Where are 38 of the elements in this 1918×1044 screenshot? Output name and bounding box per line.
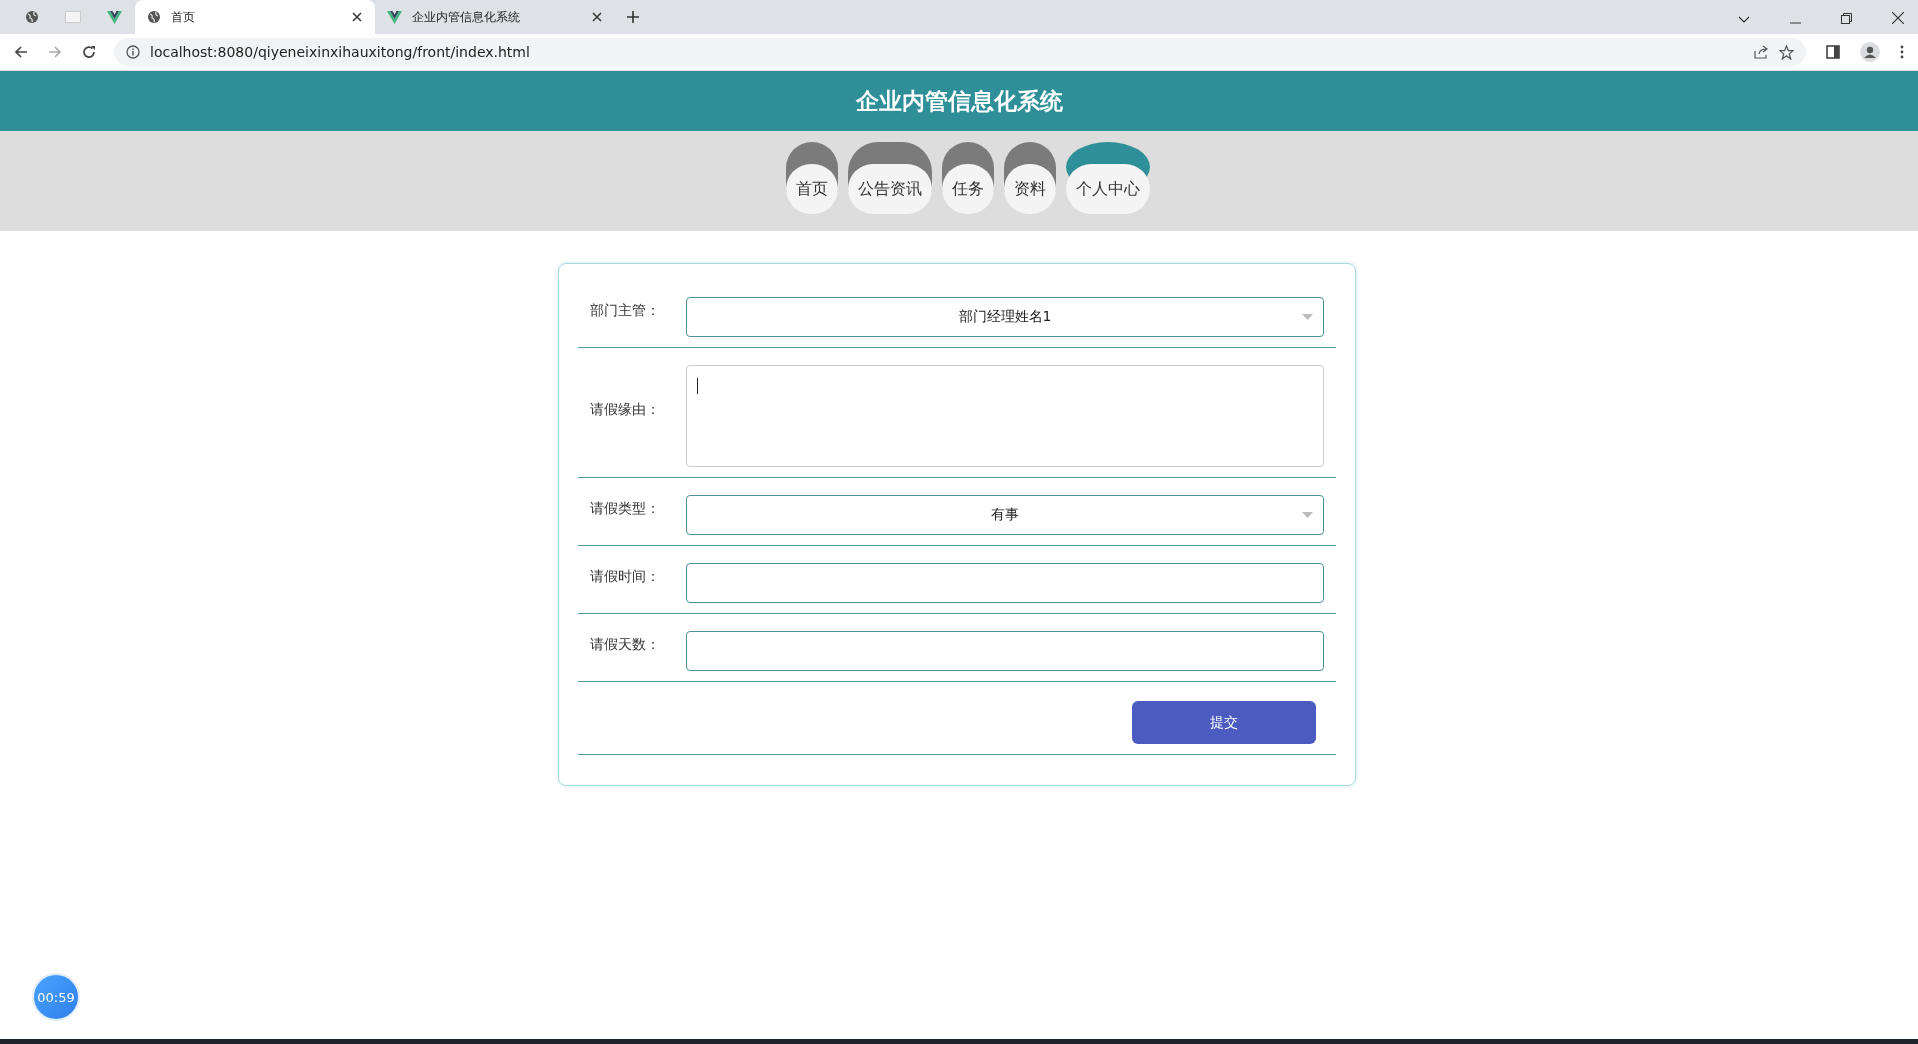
- page-icon: [65, 11, 81, 23]
- close-icon[interactable]: [352, 12, 362, 22]
- reload-icon[interactable]: [82, 45, 96, 59]
- timer-badge: 00:59: [32, 973, 80, 1021]
- menu-icon[interactable]: [1900, 45, 1904, 59]
- address-field[interactable]: localhost:8080/qiyeneixinxihauxitong/front/index.html: [114, 38, 1806, 66]
- submit-button[interactable]: 提交: [1132, 701, 1316, 744]
- globe-icon: [147, 10, 161, 24]
- globe-icon: [25, 10, 39, 24]
- side-panel-icon[interactable]: [1826, 45, 1840, 59]
- browser-tab[interactable]: 企业内管信息化系统: [375, 0, 615, 34]
- v-logo-icon: [387, 10, 402, 24]
- select-field[interactable]: 部门经理姓名1: [686, 297, 1324, 337]
- tab-title: 首页: [171, 8, 196, 26]
- field-label: 请假时间：: [590, 568, 661, 586]
- site-title: 企业内管信息化系统: [855, 86, 1063, 116]
- share-icon[interactable]: [1754, 45, 1769, 59]
- chevron-down-icon[interactable]: [1738, 16, 1750, 24]
- field-label: 请假天数：: [590, 636, 661, 654]
- field-label: 部门主管：: [590, 302, 661, 320]
- field-label: 请假缘由：: [590, 401, 661, 419]
- input-field[interactable]: [686, 631, 1324, 671]
- star-icon[interactable]: [1779, 44, 1794, 60]
- input-field[interactable]: [686, 563, 1324, 603]
- v-logo-icon: [106, 10, 122, 24]
- browser-tab[interactable]: 首页: [135, 0, 375, 34]
- back-icon[interactable]: [14, 45, 28, 59]
- close-icon[interactable]: [1892, 12, 1904, 24]
- caret-icon: [1302, 314, 1313, 320]
- info-icon: [126, 45, 140, 59]
- new-tab-icon[interactable]: [627, 11, 639, 23]
- close-icon[interactable]: [592, 12, 602, 22]
- select-field[interactable]: 有事: [686, 495, 1324, 535]
- tab-title: 企业内管信息化系统: [412, 8, 521, 26]
- restore-icon[interactable]: [1841, 13, 1852, 24]
- profile-icon[interactable]: [1860, 42, 1880, 62]
- caret-icon: [1302, 512, 1313, 518]
- field-label: 请假类型：: [590, 500, 661, 518]
